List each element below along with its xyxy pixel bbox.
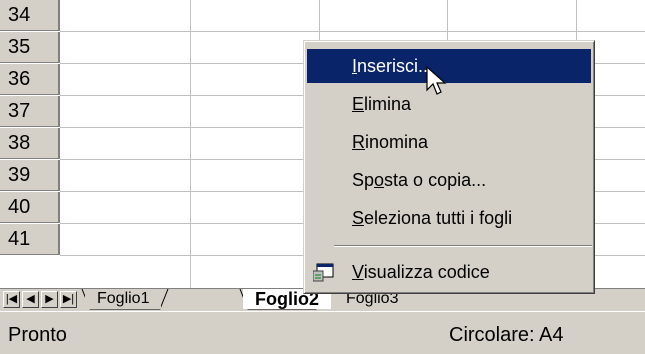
menu-item-visualizza-codice[interactable]: Visualizza codice	[307, 255, 591, 289]
mouse-cursor-icon	[426, 66, 447, 95]
sheet-tab-foglio1[interactable]: Foglio1	[85, 289, 162, 309]
menu-item-seleziona-tutti[interactable]: Seleziona tutti i fogli	[307, 201, 591, 235]
row-header[interactable]: 38	[0, 128, 60, 159]
row-header[interactable]: 39	[0, 160, 60, 191]
menu-accelerator: R	[352, 132, 365, 152]
code-icon	[313, 263, 334, 282]
menu-item-label: sta o copia...	[384, 170, 487, 190]
first-sheet-button[interactable]: |◀	[3, 291, 20, 308]
menu-item-sposta-copia[interactable]: Sposta o copia...	[307, 163, 591, 197]
menu-item-label: Sp	[352, 170, 375, 190]
status-bar: Pronto Circolare: A4	[0, 311, 645, 354]
menu-accelerator: V	[352, 262, 364, 282]
row-header[interactable]: 34	[0, 0, 60, 31]
menu-item-label: isualizza codice	[363, 262, 490, 282]
last-sheet-button[interactable]: ▶|	[60, 291, 77, 308]
menu-item-label: nserisci...	[357, 56, 434, 76]
prev-icon: ◀	[26, 293, 35, 305]
row-header[interactable]: 41	[0, 224, 60, 255]
first-icon: |◀	[5, 293, 18, 305]
prev-sheet-button[interactable]: ◀	[22, 291, 39, 308]
row-header[interactable]: 37	[0, 96, 60, 127]
status-text: Pronto	[8, 324, 67, 346]
row: 34	[0, 0, 645, 32]
row-header[interactable]: 40	[0, 192, 60, 223]
menu-accelerator: E	[352, 94, 365, 114]
circular-reference-indicator: Circolare: A4	[449, 324, 564, 346]
row-header[interactable]: 35	[0, 32, 60, 63]
menu-item-label: limina	[364, 94, 412, 114]
menu-separator	[334, 245, 592, 247]
menu-item-label: inomina	[365, 132, 429, 152]
menu-item-label: eleziona tutti i fogli	[364, 208, 513, 228]
row-header[interactable]: 36	[0, 64, 60, 95]
menu-accelerator: o	[374, 170, 385, 190]
menu-accelerator: S	[352, 208, 365, 228]
next-sheet-button[interactable]: ▶	[41, 291, 58, 308]
last-icon: ▶|	[62, 293, 75, 305]
menu-item-rinomina[interactable]: Rinomina	[307, 125, 591, 159]
next-icon: ▶	[45, 293, 54, 305]
